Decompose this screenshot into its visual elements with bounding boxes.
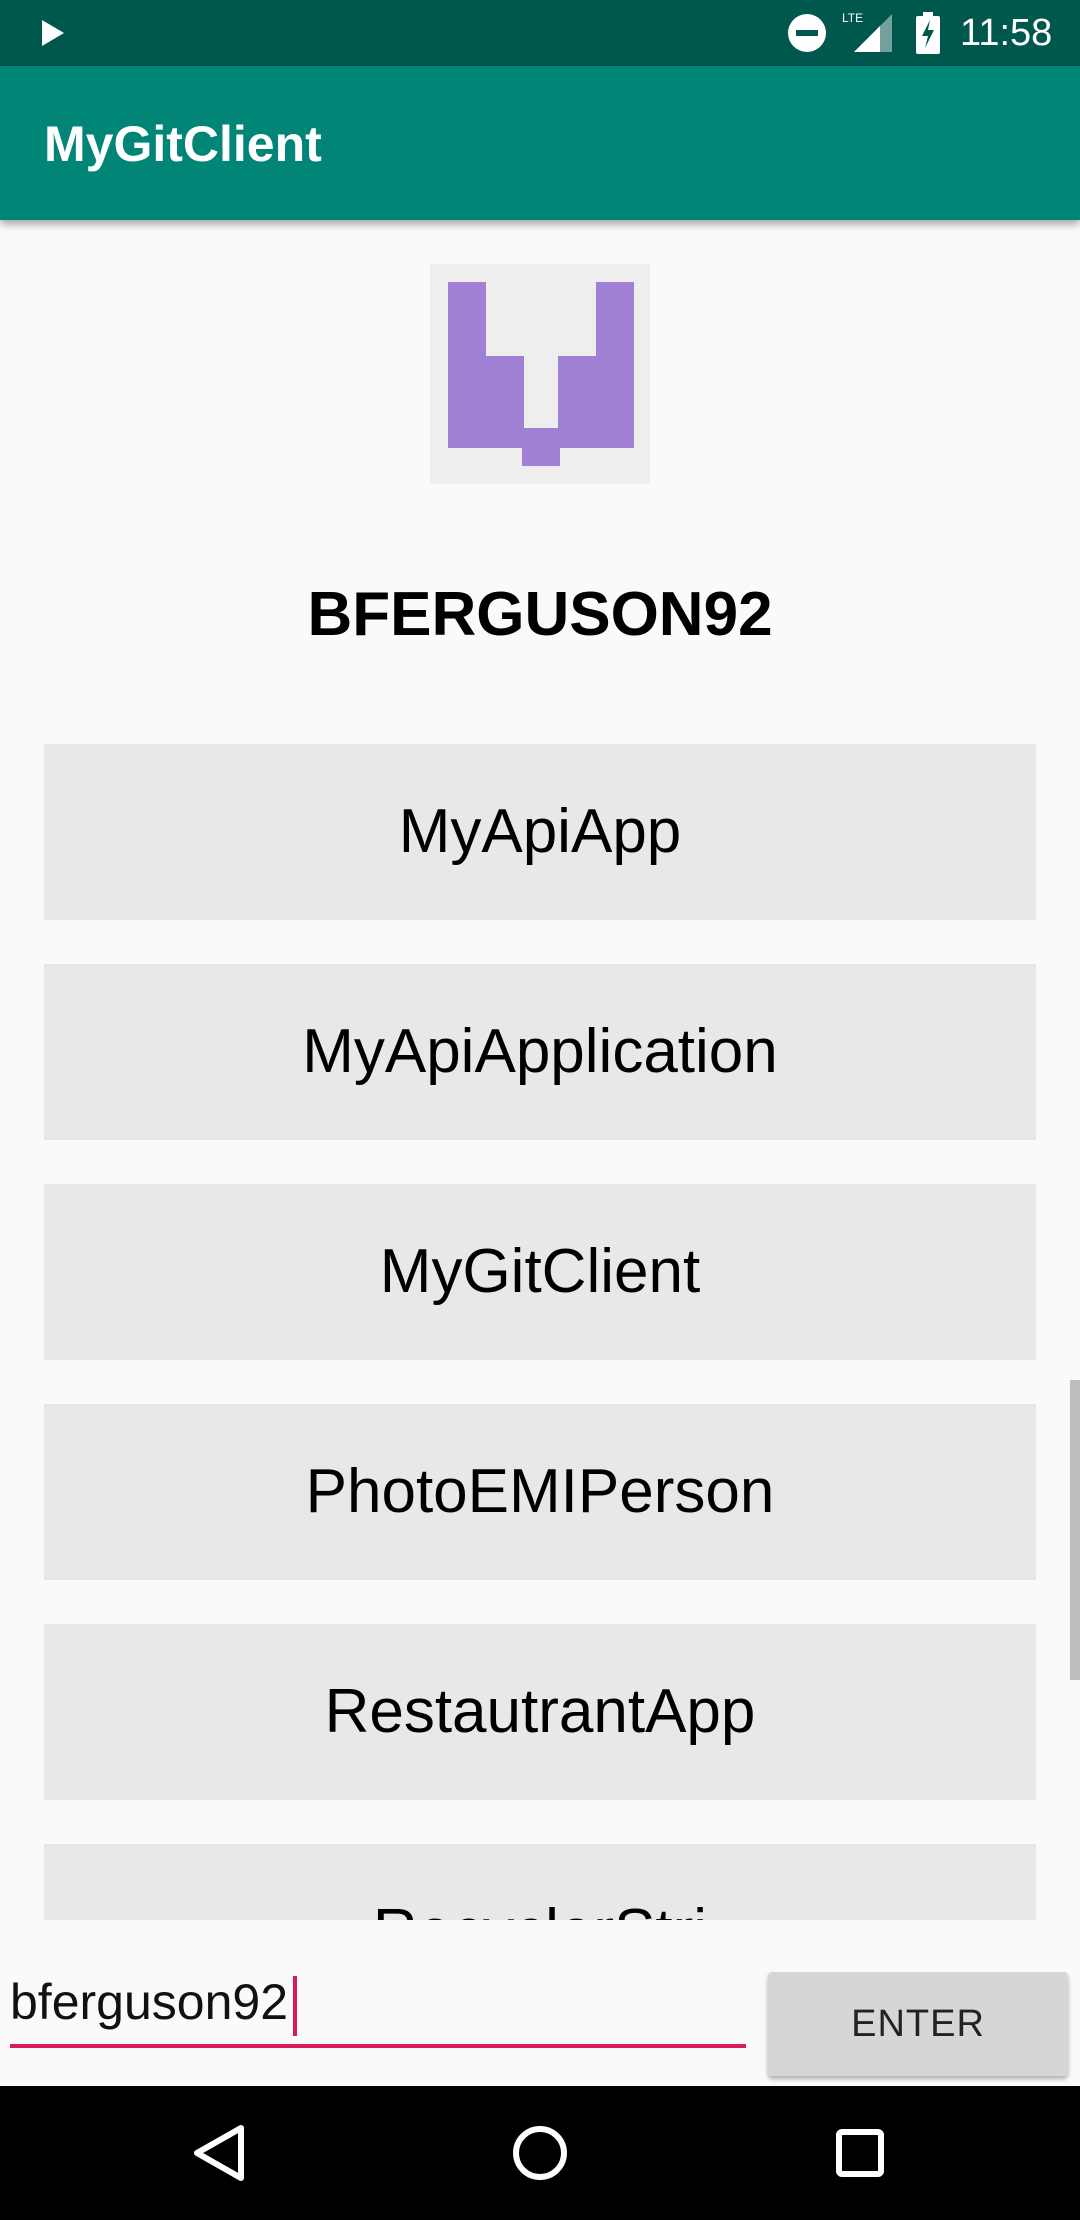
do-not-disturb-icon	[788, 14, 826, 52]
repo-button-myapiapp[interactable]: MyApiApp	[44, 744, 1036, 920]
enter-button[interactable]: ENTER	[768, 1972, 1068, 2076]
repo-button-myapiapplication[interactable]: MyApiApplication	[44, 964, 1036, 1140]
search-row: ENTER	[0, 1920, 1080, 2086]
app-bar: MyGitClient	[0, 66, 1080, 220]
repo-scroll-view[interactable]: BFERGUSON92 MyApiApp MyApiApplication My…	[0, 220, 1080, 1920]
lte-signal-icon: LTE	[842, 11, 892, 52]
text-cursor	[293, 1976, 297, 2036]
back-icon	[194, 2125, 244, 2181]
home-icon	[513, 2126, 567, 2180]
navigation-bar	[0, 2086, 1080, 2220]
repo-button-mygitclient[interactable]: MyGitClient	[44, 1184, 1036, 1360]
username-input[interactable]	[10, 1960, 746, 2048]
repo-button-recyclerstri[interactable]: RecyclerStri	[44, 1844, 1036, 1920]
username-heading: BFERGUSON92	[307, 580, 773, 649]
battery-charging-icon	[916, 12, 940, 54]
repo-button-restautrantapp[interactable]: RestautrantApp	[44, 1624, 1036, 1800]
home-button[interactable]	[495, 2108, 585, 2198]
recents-icon	[836, 2129, 884, 2177]
recents-button[interactable]	[815, 2108, 905, 2198]
avatar	[430, 264, 650, 484]
back-button[interactable]	[175, 2108, 265, 2198]
status-time: 11:58	[960, 12, 1053, 54]
identicon-avatar	[448, 282, 634, 466]
status-bar: LTE 11:58	[0, 0, 1080, 66]
repo-button-photoemiperson[interactable]: PhotoEMIPerson	[44, 1404, 1036, 1580]
play-icon	[42, 20, 64, 46]
network-label: LTE	[842, 11, 863, 25]
app-title: MyGitClient	[44, 116, 322, 172]
scrollbar-thumb[interactable]	[1070, 1380, 1080, 1680]
